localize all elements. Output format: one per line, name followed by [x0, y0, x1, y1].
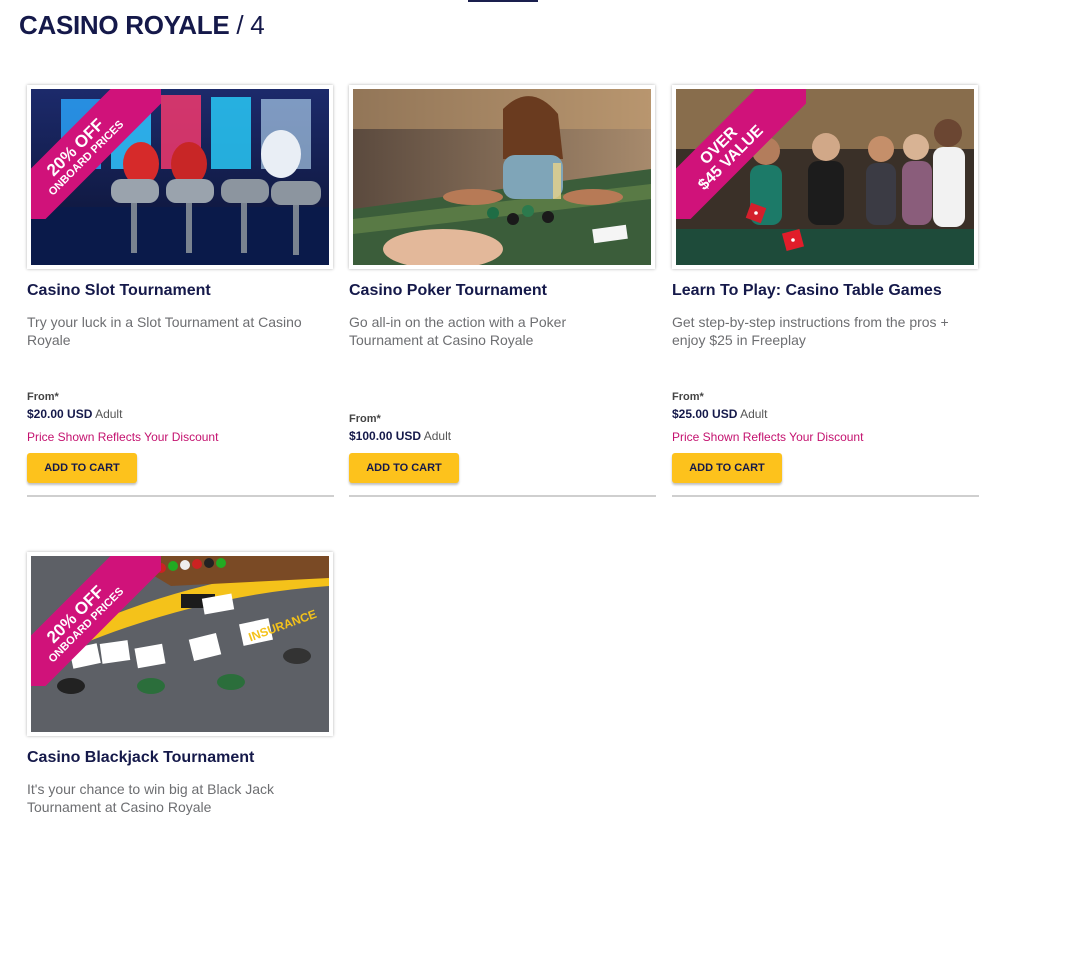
product-card-blackjack-tournament: INSURANCE 20% OFF ONBOARD PRICES Casino … — [27, 552, 334, 968]
product-price: $100.00 USD Adult — [349, 429, 452, 443]
product-description: Get step-by-step instructions from the p… — [672, 314, 949, 348]
price-from-label: From* — [349, 413, 381, 425]
blackjack-table-photo: INSURANCE — [31, 556, 329, 732]
add-to-cart-button[interactable]: ADD TO CART — [27, 453, 137, 483]
result-count: / 4 — [236, 10, 265, 40]
card-divider — [349, 495, 656, 497]
product-price: $20.00 USD Adult — [27, 407, 123, 421]
product-description: Go all-in on the action with a Poker Tou… — [349, 314, 567, 348]
table-games-photo — [676, 89, 974, 265]
product-title[interactable]: Casino Blackjack Tournament — [27, 749, 254, 767]
discount-note: Price Shown Reflects Your Discount — [27, 430, 219, 444]
product-card-slot-tournament: 20% OFF ONBOARD PRICES Casino Slot Tourn… — [27, 85, 334, 501]
poker-table-photo — [353, 89, 651, 265]
product-price: $25.00 USD Adult — [672, 407, 768, 421]
product-image[interactable] — [349, 85, 655, 269]
product-description: Try your luck in a Slot Tournament at Ca… — [27, 314, 302, 348]
add-to-cart-button[interactable]: ADD TO CART — [349, 453, 459, 483]
price-from-label: From* — [672, 391, 704, 403]
card-divider — [672, 495, 979, 497]
product-image[interactable]: OVER $45 VALUE — [672, 85, 978, 269]
card-divider — [27, 495, 334, 497]
product-image[interactable]: 20% OFF ONBOARD PRICES — [27, 85, 333, 269]
product-title[interactable]: Learn To Play: Casino Table Games — [672, 282, 942, 300]
page-title: CASINO ROYALE / 4 — [19, 9, 265, 41]
slot-machines-photo — [31, 89, 329, 265]
product-card-poker-tournament: Casino Poker Tournament Go all-in on the… — [349, 85, 656, 501]
active-tab-indicator — [468, 0, 538, 2]
price-from-label: From* — [27, 391, 59, 403]
product-description: It's your chance to win big at Black Jac… — [27, 781, 275, 815]
product-title[interactable]: Casino Poker Tournament — [349, 282, 547, 300]
add-to-cart-button[interactable]: ADD TO CART — [672, 453, 782, 483]
product-image[interactable]: INSURANCE 20% OFF ONBOARD PRICES — [27, 552, 333, 736]
product-card-learn-to-play: OVER $45 VALUE Learn To Play: Casino Tab… — [672, 85, 979, 501]
product-title[interactable]: Casino Slot Tournament — [27, 282, 211, 300]
page-title-text: CASINO ROYALE — [19, 10, 230, 40]
discount-note: Price Shown Reflects Your Discount — [672, 430, 864, 444]
